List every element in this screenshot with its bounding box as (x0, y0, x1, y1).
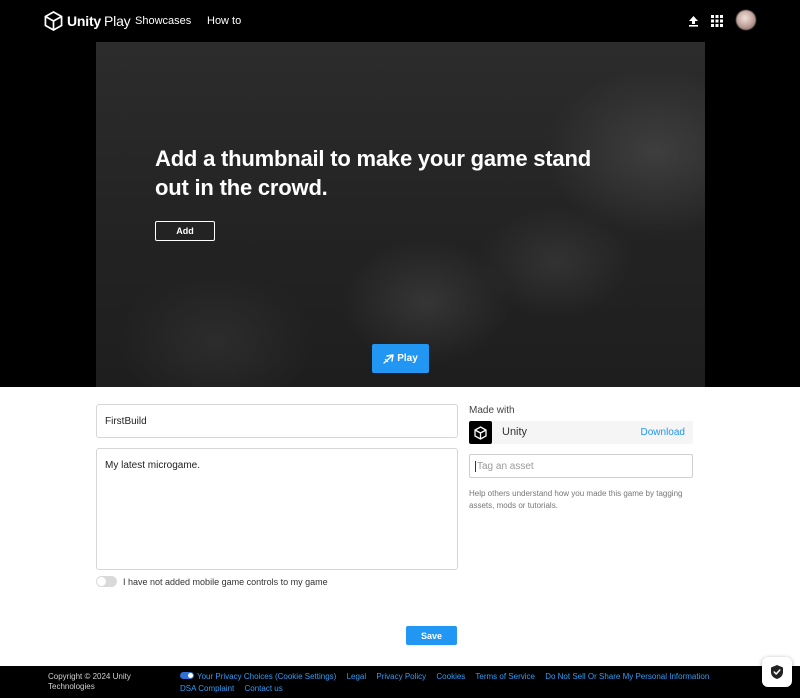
engine-name: Unity (502, 426, 528, 438)
nav-showcases[interactable]: Showcases (135, 15, 191, 27)
unity-logo-icon (44, 11, 63, 31)
mobile-controls-toggle[interactable] (96, 576, 117, 587)
privacy-toggle-icon (180, 672, 194, 680)
legal-link[interactable]: Legal (347, 672, 367, 681)
add-thumbnail-button[interactable]: Add (155, 221, 215, 241)
dsa-complaint-link[interactable]: DSA Complaint (180, 684, 234, 693)
upload-icon[interactable] (688, 14, 699, 32)
game-title-field[interactable]: FirstBuild (96, 404, 458, 438)
contact-us-link[interactable]: Contact us (244, 684, 282, 693)
apps-grid-icon[interactable] (711, 14, 723, 32)
unity-play-logo[interactable]: Unity Play (44, 11, 131, 31)
brand-name: Unity Play (67, 13, 131, 29)
cookies-link[interactable]: Cookies (436, 672, 465, 681)
footer-links: Your Privacy Choices (Cookie Settings) L… (180, 671, 750, 695)
game-details-form: FirstBuild My latest microgame. I have n… (0, 387, 800, 666)
privacy-policy-link[interactable]: Privacy Policy (376, 672, 426, 681)
play-label: Play (397, 353, 418, 364)
hero-title: Add a thumbnail to make your game stand … (155, 146, 591, 200)
mobile-controls-row: I have not added mobile game controls to… (96, 576, 328, 587)
made-with-unity-row: Unity Download (469, 421, 693, 444)
top-bar: Unity Play Showcases How to (0, 0, 800, 42)
text-caret (475, 460, 476, 472)
unity-logo-icon (469, 421, 492, 444)
nav-how-to[interactable]: How to (207, 15, 241, 27)
terms-of-service-link[interactable]: Terms of Service (475, 672, 535, 681)
save-button[interactable]: Save (406, 626, 457, 645)
copyright-text: Copyright © 2024 Unity Technologies (48, 672, 131, 691)
privacy-choices-link[interactable]: Your Privacy Choices (Cookie Settings) (180, 672, 336, 681)
privacy-shield-button[interactable] (762, 657, 792, 687)
tag-asset-placeholder: Tag an asset (477, 460, 534, 472)
tag-help-text: Help others understand how you made this… (469, 489, 683, 510)
mobile-controls-label: I have not added mobile game controls to… (123, 576, 328, 587)
footer: Copyright © 2024 Unity Technologies Your… (0, 666, 800, 698)
thumbnail-hero: Add a thumbnail to make your game stand … (96, 42, 705, 387)
made-with-label: Made with (469, 405, 515, 416)
avatar[interactable] (736, 10, 756, 30)
game-description-field[interactable]: My latest microgame. (96, 448, 458, 570)
shield-check-icon (771, 665, 783, 679)
play-button[interactable]: Play (372, 344, 429, 373)
do-not-sell-link[interactable]: Do Not Sell Or Share My Personal Informa… (545, 672, 709, 681)
tag-asset-input[interactable]: Tag an asset (469, 454, 693, 478)
play-rocket-icon (383, 353, 394, 364)
download-link[interactable]: Download (641, 427, 685, 438)
